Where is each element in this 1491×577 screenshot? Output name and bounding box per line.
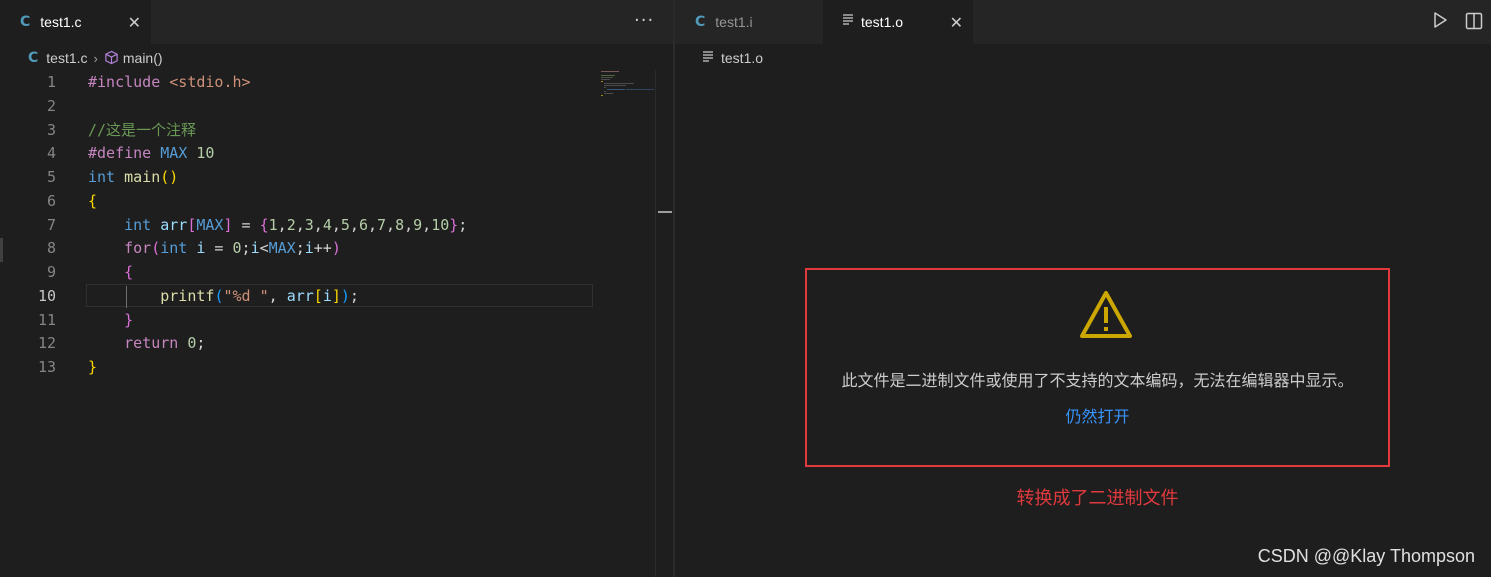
- code-editor[interactable]: 1 #include <stdio.h> 2 3//这是一个注释 4 #define…: [0, 70, 655, 577]
- watermark: CSDN @@Klay Thompson: [1257, 546, 1475, 566]
- close-icon[interactable]: ✕: [128, 13, 141, 32]
- c-file-icon: C: [695, 14, 706, 30]
- right-tab-bar: C test1.i test1.o ✕: [675, 0, 1491, 44]
- vertical-scrollbar[interactable]: [655, 70, 673, 577]
- close-icon[interactable]: ✕: [950, 13, 963, 32]
- cube-icon: [104, 50, 119, 66]
- c-file-icon: C: [28, 50, 39, 66]
- chevron-right-icon: ›: [93, 50, 98, 66]
- binary-file-warning: 此文件是二进制文件或使用了不支持的文本编码，无法在编辑器中显示。 仍然打开: [805, 268, 1390, 467]
- minimap[interactable]: [598, 70, 656, 130]
- tab-test1-o[interactable]: test1.o ✕: [823, 0, 973, 44]
- more-actions-button[interactable]: ···: [634, 10, 654, 31]
- tab-label: test1.o: [861, 14, 904, 30]
- breadcrumb: test1.o: [703, 46, 763, 70]
- left-editor-group: C test1.c ✕ ··· C test1.c › main() 1 #inc…: [0, 0, 673, 577]
- breadcrumb-symbol[interactable]: main(): [123, 50, 163, 66]
- left-tab-bar: C test1.c ✕ ···: [0, 0, 673, 44]
- split-editor-icon[interactable]: [1465, 12, 1483, 34]
- tab-test1-c[interactable]: C test1.c ✕: [0, 0, 151, 44]
- run-icon[interactable]: [1432, 11, 1448, 33]
- tab-test1-i[interactable]: C test1.i: [675, 0, 823, 44]
- warning-message: 此文件是二进制文件或使用了不支持的文本编码，无法在编辑器中显示。: [841, 371, 1354, 390]
- open-anyway-link[interactable]: 仍然打开: [807, 403, 1388, 427]
- file-lines-icon: [843, 14, 853, 30]
- tab-label: test1.i: [715, 14, 753, 30]
- scrollbar-thumb[interactable]: [658, 211, 672, 213]
- right-editor-group: C test1.i test1.o ✕ test1.o 此文件是二进制文件或使用…: [675, 0, 1491, 577]
- breadcrumb-file[interactable]: test1.o: [721, 50, 763, 66]
- breadcrumb: C test1.c › main(): [28, 46, 163, 70]
- breadcrumb-file[interactable]: test1.c: [46, 50, 87, 66]
- c-file-icon: C: [20, 14, 31, 30]
- file-lines-icon: [703, 50, 713, 66]
- tab-label: test1.c: [40, 14, 82, 30]
- warning-icon: [1079, 290, 1133, 344]
- annotation-label: 转换成了二进制文件: [1016, 488, 1179, 509]
